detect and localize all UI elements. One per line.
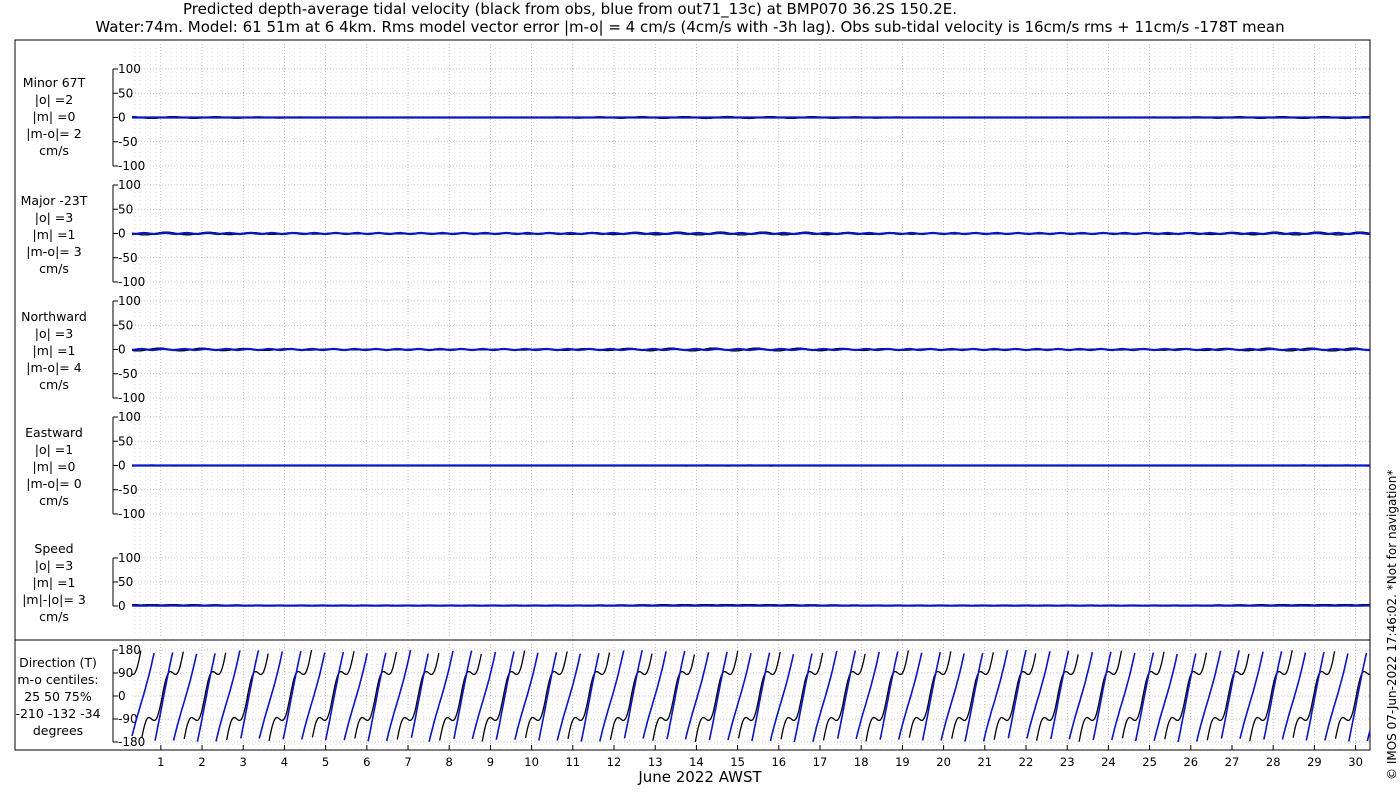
x-tick-label: 17 [813,755,828,769]
x-tick-label: 7 [404,755,411,769]
x-tick-label: 6 [363,755,370,769]
x-tick-label: 3 [240,755,247,769]
x-tick-label: 16 [771,755,786,769]
x-tick-label: 10 [524,755,539,769]
x-tick-label: 4 [281,755,288,769]
x-tick-label: 19 [895,755,910,769]
y-tick-label: 0 [118,459,126,473]
y-tick-label: 50 [118,86,133,100]
y-tick-label: 100 [118,62,141,76]
x-tick-label: 28 [1266,755,1281,769]
x-tick-label: 14 [689,755,704,769]
model-series-major [132,231,1370,236]
x-tick-label: 21 [977,755,992,769]
x-tick-label: 11 [565,755,580,769]
x-axis-label: June 2022 AWST [638,768,762,786]
x-tick-label: 25 [1142,755,1157,769]
x-tick-label: 27 [1225,755,1240,769]
y-tick-label: -100 [118,275,145,289]
x-tick-label: 26 [1183,755,1198,769]
y-tick-label: -100 [118,159,145,173]
y-tick-label: 0 [118,343,126,357]
x-tick-label: 13 [648,755,663,769]
copyright-notice: © IMOS 07-Jun-2022 17:46:02. *Not for na… [1385,469,1399,780]
x-tick-label: 29 [1307,755,1322,769]
x-tick-label: 1 [157,755,164,769]
tidal-velocity-chart: 1 2 3 4 5 6 7 8 9 10 11 12 13 14 15 16 17 18 19 20 21 22 23 24 2… [14,39,1371,769]
y-tick-label: -50 [118,251,138,265]
x-tick-label: 24 [1101,755,1116,769]
y-tick-label: 0 [118,227,126,241]
y-tick-label: -100 [118,507,145,521]
y-tick-label: -50 [118,483,138,497]
x-tick-label: 15 [730,755,745,769]
y-tick-label: 0 [118,599,126,613]
y-tick-label: -50 [118,367,138,381]
y-tick-label: 100 [118,551,141,565]
y-tick-label: -100 [118,391,145,405]
x-tick-label: 8 [446,755,453,769]
x-tick-label: 30 [1348,755,1363,769]
x-tick-label: 18 [854,755,869,769]
y-tick-label: -180 [118,735,145,749]
y-tick-label: 50 [118,575,133,589]
model-series-northward [131,347,1370,352]
x-tick-label: 22 [1019,755,1034,769]
y-tick-label: 50 [118,202,133,216]
y-tick-label: 180 [118,643,141,657]
x-tick-label: 9 [487,755,494,769]
x-tick-label: 23 [1060,755,1075,769]
upper-frame [14,39,1371,641]
x-tick-label: 20 [936,755,951,769]
x-tick-label: 2 [198,755,205,769]
y-tick-label: 100 [118,410,141,424]
x-tick-label: 12 [607,755,622,769]
y-tick-label: -50 [118,135,138,149]
y-tick-label: 50 [118,318,133,332]
x-tick-label: 5 [322,755,329,769]
y-tick-label: 0 [118,689,126,703]
y-tick-label: 100 [118,294,141,308]
y-tick-label: 0 [118,111,126,125]
y-tick-label: 50 [118,434,133,448]
y-tick-label: 100 [118,178,141,192]
y-tick-label: 90 [118,666,133,680]
